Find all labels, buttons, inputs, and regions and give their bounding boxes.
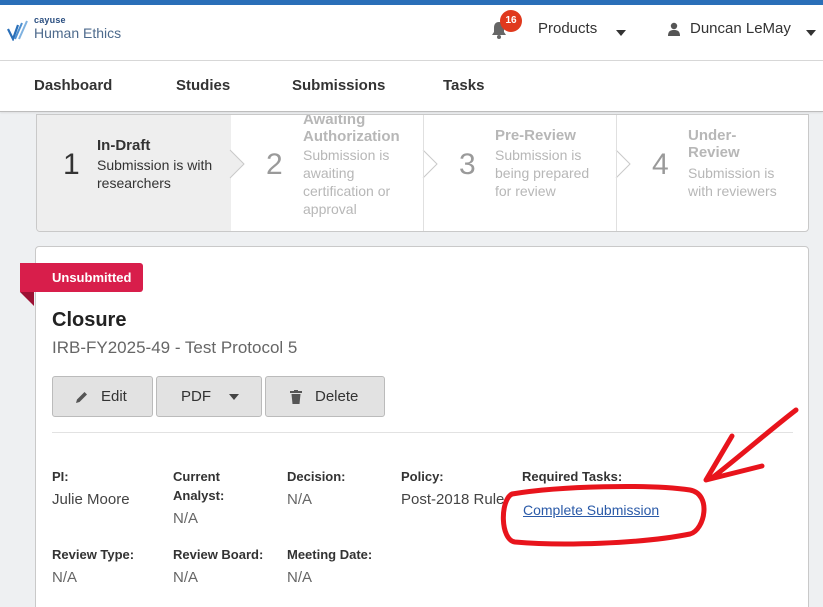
cayuse-logo-icon [7, 20, 28, 41]
meeting-date-value: N/A [287, 569, 313, 586]
policy-value: Post-2018 Rule [401, 491, 505, 508]
logo-company: cayuse [34, 15, 66, 25]
submission-card [35, 246, 809, 607]
ribbon-fold [20, 292, 34, 306]
pi-value: Julie Moore [52, 491, 130, 508]
notification-count-badge[interactable]: 16 [500, 10, 522, 32]
decision-value: N/A [287, 491, 313, 508]
nav-studies[interactable]: Studies [176, 77, 230, 94]
main-nav: Dashboard Studies Submissions Tasks [0, 61, 823, 112]
step-description: Submission is with reviewers [688, 165, 777, 199]
step-description: Submission is with researchers [97, 157, 213, 191]
step-number: 2 [266, 148, 283, 181]
decision-label: Decision: [287, 469, 346, 484]
edit-button[interactable]: Edit [52, 376, 153, 417]
step-number: 4 [652, 148, 669, 181]
delete-button[interactable]: Delete [265, 376, 385, 417]
review-board-label: Review Board: [173, 547, 264, 562]
current-analyst-label: Current Analyst: [173, 469, 225, 503]
pi-label: PI: [52, 469, 69, 484]
nav-tasks[interactable]: Tasks [443, 77, 484, 94]
logo-product-name: Human Ethics [34, 25, 122, 41]
trash-icon [290, 390, 302, 404]
current-analyst-value: N/A [173, 510, 199, 527]
products-menu[interactable]: Products [538, 20, 597, 37]
user-caret-icon[interactable] [806, 30, 816, 36]
submission-title: Closure [52, 309, 127, 331]
review-board-value: N/A [173, 569, 199, 586]
step-title: Pre-Review [495, 127, 576, 144]
step-number: 1 [63, 148, 80, 181]
nav-submissions[interactable]: Submissions [292, 77, 385, 94]
status-badge: Unsubmitted [20, 263, 144, 292]
policy-label: Policy: [401, 469, 444, 484]
card-divider [52, 432, 793, 433]
review-type-value: N/A [52, 569, 78, 586]
products-caret-icon[interactable] [616, 30, 626, 36]
step-title: In-Draft [97, 137, 151, 154]
app-logo[interactable]: cayuse Human Ethics [6, 15, 146, 47]
review-type-label: Review Type: [52, 547, 135, 562]
step-awaiting-authorization: 2 Awaiting Authorization Submission is a… [231, 115, 423, 231]
step-description: Submission is awaiting certification or … [303, 147, 391, 217]
complete-submission-link[interactable]: Complete Submission [523, 502, 659, 518]
delete-button-label: Delete [315, 388, 359, 405]
step-pre-review: 3 Pre-Review Submission is being prepare… [423, 115, 616, 231]
submission-id: IRB-FY2025-49 - Test Protocol 5 [52, 338, 298, 357]
submission-progress-steps: 1 In-Draft Submission is with researcher… [36, 114, 809, 232]
meeting-date-label: Meeting Date: [287, 547, 373, 562]
step-number: 3 [459, 148, 476, 181]
step-under-review: 4 Under-Review Submission is with review… [616, 115, 808, 231]
edit-button-label: Edit [101, 388, 127, 405]
step-title: Under-Review [688, 127, 740, 161]
pencil-icon [76, 392, 87, 403]
user-icon[interactable] [667, 22, 681, 36]
nav-dashboard[interactable]: Dashboard [34, 77, 112, 94]
pdf-caret-icon [229, 394, 239, 400]
pdf-dropdown-button[interactable]: PDF [156, 376, 262, 417]
step-title: Awaiting Authorization [303, 114, 400, 145]
required-tasks-label: Required Tasks: [522, 469, 623, 484]
step-in-draft: 1 In-Draft Submission is with researcher… [37, 115, 231, 231]
pdf-button-label: PDF [181, 388, 211, 405]
step-description: Submission is being prepared for review [495, 147, 590, 199]
user-menu[interactable]: Duncan LeMay [690, 20, 791, 37]
